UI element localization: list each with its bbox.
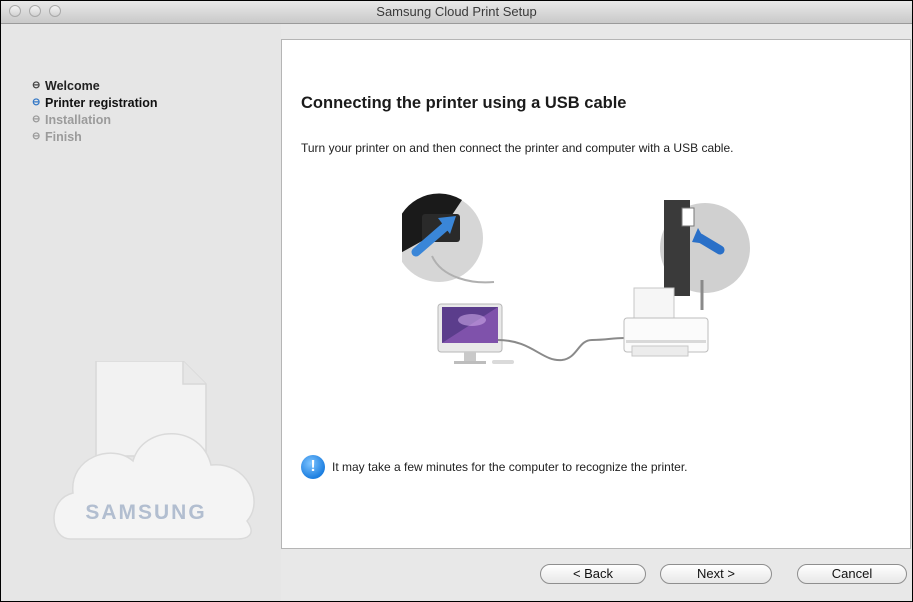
title-bar: Samsung Cloud Print Setup: [1, 1, 912, 24]
page-heading: Connecting the printer using a USB cable: [301, 94, 627, 112]
notice-text: It may take a few minutes for the comput…: [332, 460, 688, 474]
step-bullet-icon: ⊖: [32, 114, 41, 125]
step-bullet-icon: ⊖: [32, 131, 41, 142]
step-list: ⊖ Welcome ⊖ Printer registration ⊖ Insta…: [32, 77, 158, 145]
step-label: Welcome: [45, 78, 100, 93]
setup-window: Samsung Cloud Print Setup ⊖ Welcome ⊖ Pr…: [0, 0, 913, 602]
step-installation: ⊖ Installation: [32, 111, 158, 128]
step-welcome: ⊖ Welcome: [32, 77, 158, 94]
instruction-text: Turn your printer on and then connect th…: [301, 141, 734, 155]
usb-connection-illustration: [402, 193, 750, 364]
step-label: Installation: [45, 112, 111, 127]
step-label: Finish: [45, 129, 82, 144]
step-finish: ⊖ Finish: [32, 128, 158, 145]
window-title: Samsung Cloud Print Setup: [376, 4, 537, 19]
samsung-logo-text: SAMSUNG: [85, 501, 207, 524]
step-bullet-icon: ⊖: [32, 97, 41, 108]
notice-message: ! It may take a few minutes for the comp…: [301, 455, 688, 479]
back-button[interactable]: < Back: [540, 564, 646, 584]
next-button[interactable]: Next >: [660, 564, 772, 584]
step-printer-registration: ⊖ Printer registration: [32, 94, 158, 111]
samsung-cloud-logo: SAMSUNG: [51, 360, 261, 541]
info-icon: !: [301, 455, 325, 479]
step-label: Printer registration: [45, 95, 158, 110]
content-panel: Connecting the printer using a USB cable…: [281, 39, 911, 549]
cancel-button[interactable]: Cancel: [797, 564, 907, 584]
step-bullet-icon: ⊖: [32, 80, 41, 91]
steps-sidebar: ⊖ Welcome ⊖ Printer registration ⊖ Insta…: [1, 24, 281, 601]
